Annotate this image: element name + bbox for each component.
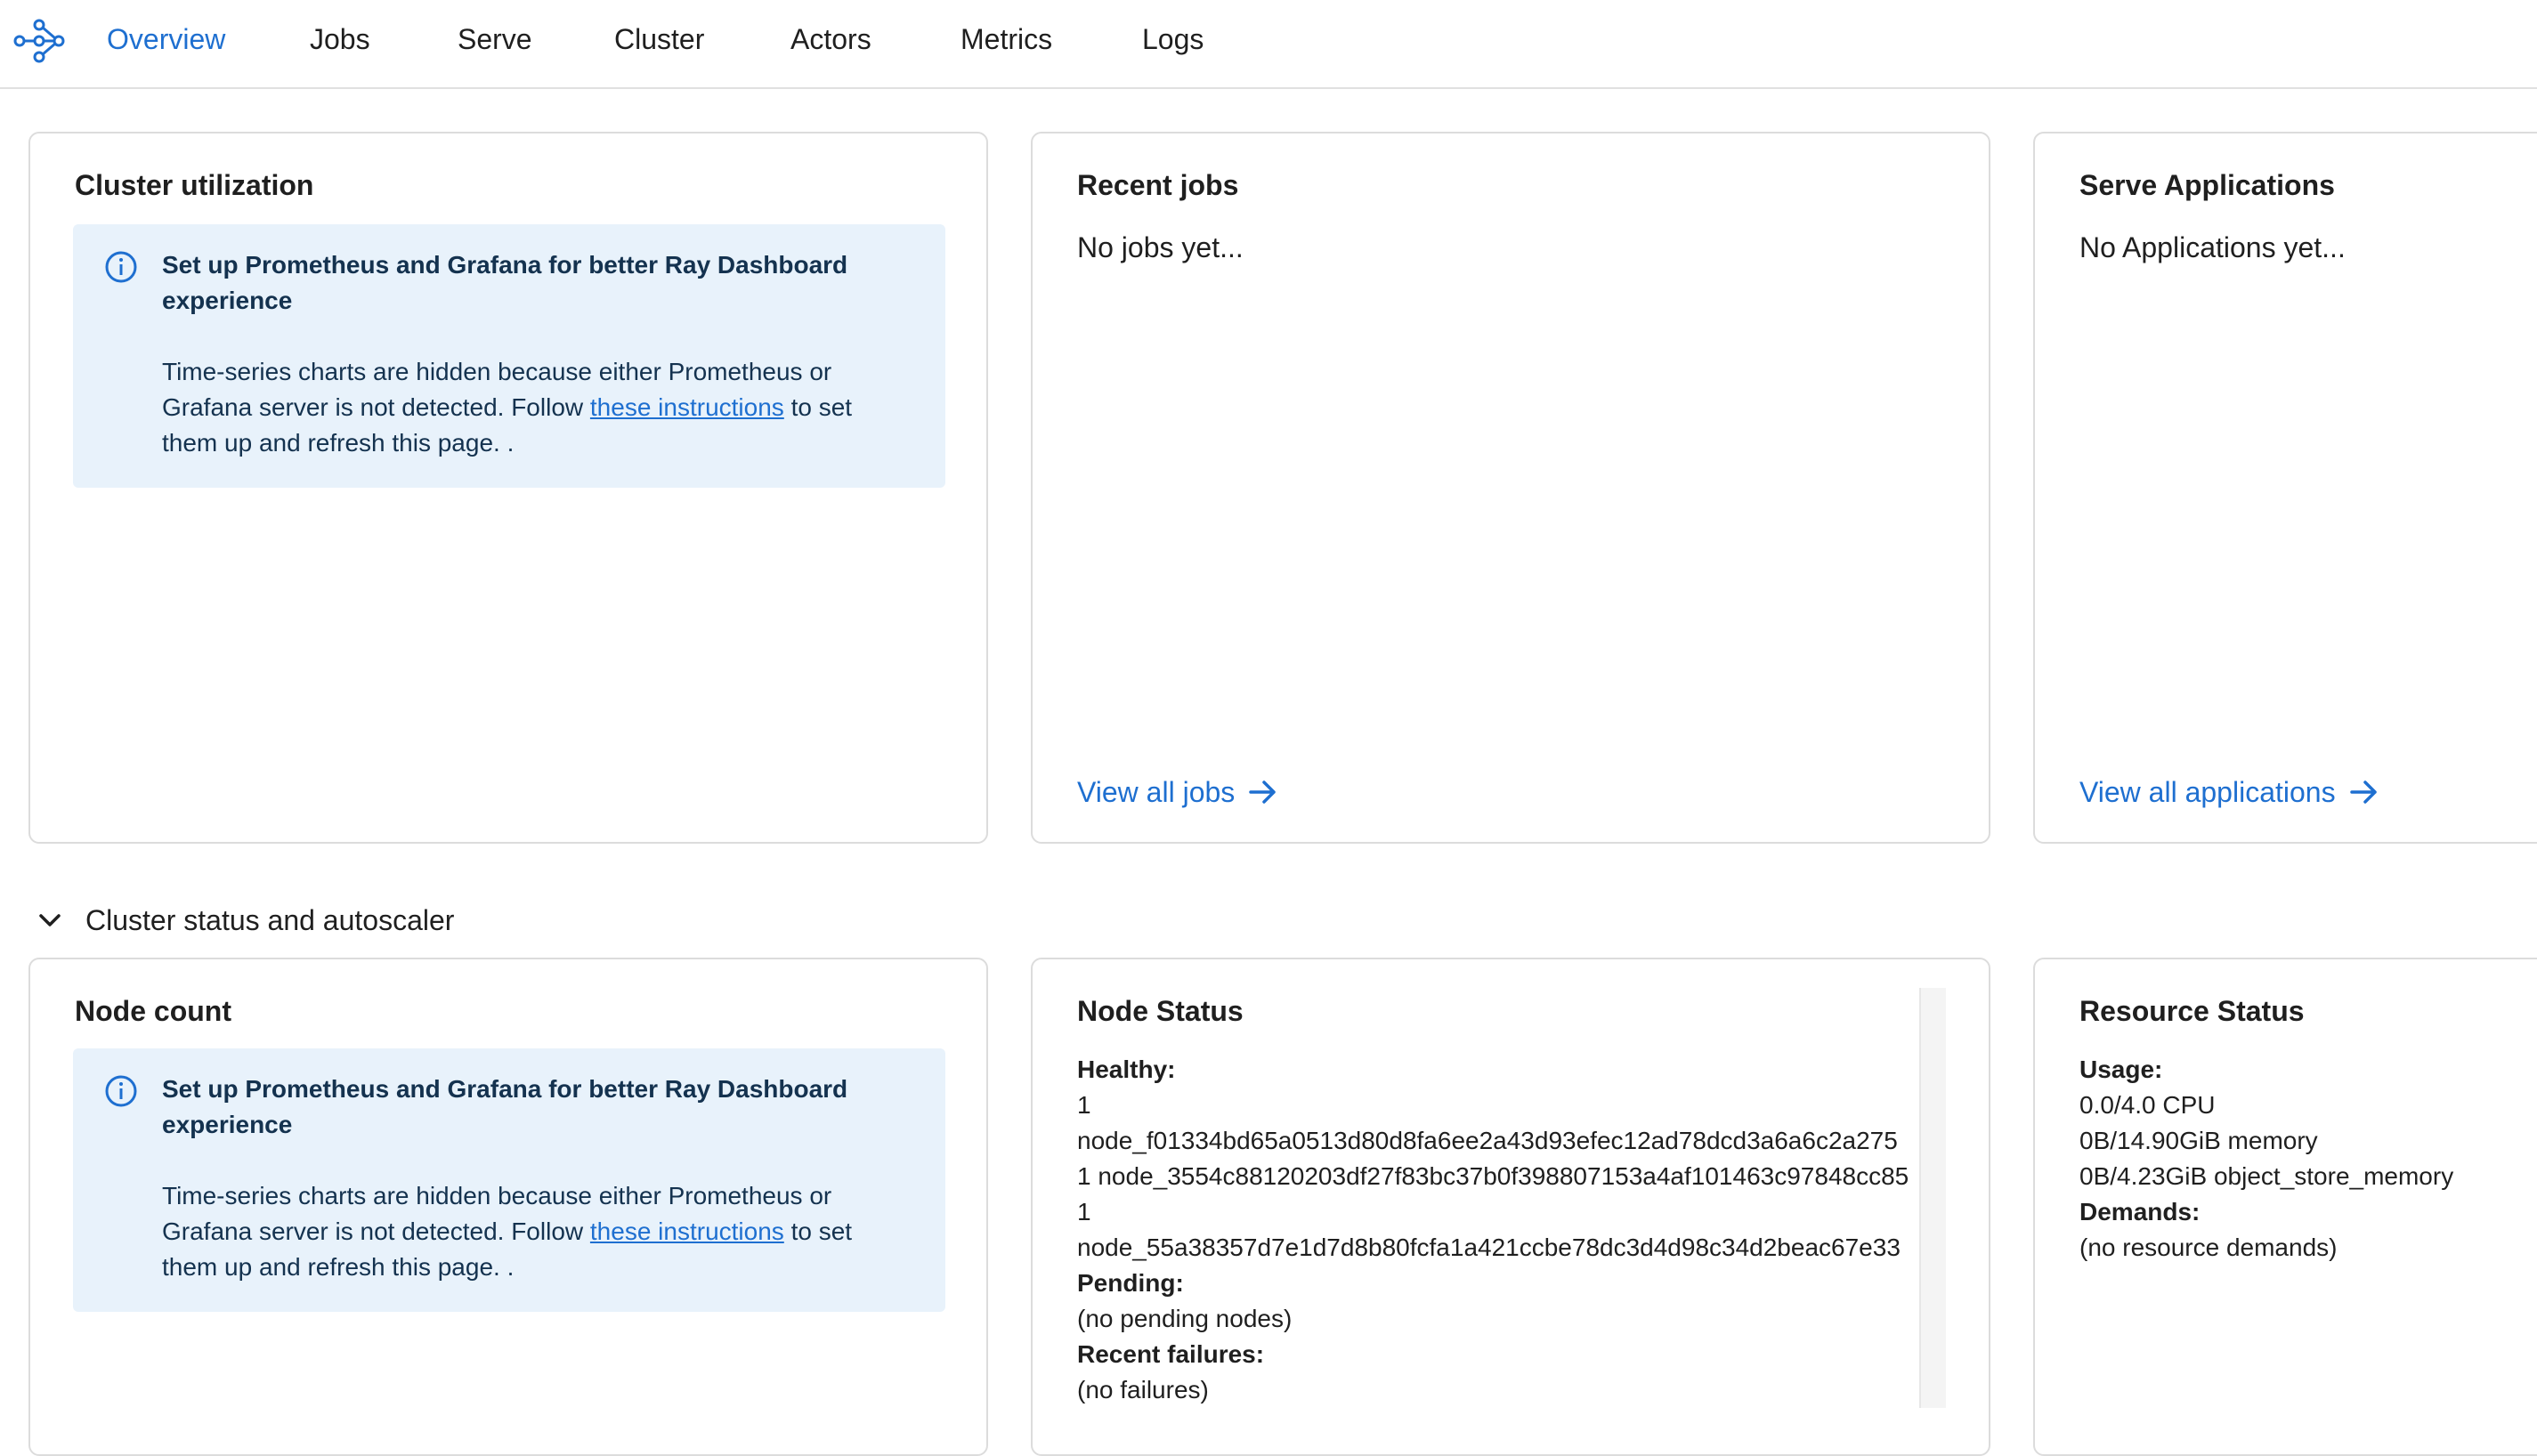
- card-title: Recent jobs: [1077, 169, 1239, 201]
- nav-tab-overview[interactable]: Overview: [107, 21, 225, 57]
- arrow-right-icon: [2349, 781, 2377, 804]
- recent-jobs-card: Recent jobs No jobs yet... View all jobs: [1031, 132, 1990, 844]
- healthy-line: node_55a38357d7e1d7d8b80fcfa1a421ccbe78d…: [1077, 1234, 1901, 1261]
- nav-tab-actors[interactable]: Actors: [790, 21, 871, 57]
- alert-title: Set up Prometheus and Grafana for better…: [162, 251, 848, 314]
- view-all-jobs-label: View all jobs: [1077, 776, 1236, 808]
- section-title: Cluster status and autoscaler: [85, 904, 455, 936]
- instructions-link[interactable]: these instructions: [590, 393, 784, 421]
- prometheus-info-alert: Set up Prometheus and Grafana for better…: [73, 1048, 945, 1312]
- usage-line: 0.0/4.0 CPU: [2079, 1091, 2216, 1119]
- healthy-line: node_f01334bd65a0513d80d8fa6ee2a43d93efe…: [1077, 1127, 1898, 1154]
- nav-tab-cluster[interactable]: Cluster: [614, 21, 704, 57]
- recent-failures-value: (no failures): [1077, 1376, 1209, 1403]
- alert-body: Time-series charts are hidden because ei…: [162, 354, 910, 461]
- node-count-card: Node count Set up Prometheus and Grafana…: [28, 958, 988, 1456]
- prometheus-info-alert: Set up Prometheus and Grafana for better…: [73, 224, 945, 488]
- top-navigation: Overview Jobs Serve Cluster Actors Metri…: [0, 0, 2537, 89]
- nav-tab-serve[interactable]: Serve: [458, 21, 532, 57]
- info-icon: [105, 1075, 137, 1107]
- healthy-line: 1 node_3554c88120203df27f83bc37b0f398807…: [1077, 1162, 1909, 1190]
- card-title: Node count: [75, 995, 231, 1027]
- cluster-utilization-card: Cluster utilization Set up Prometheus an…: [28, 132, 988, 844]
- ray-logo-icon[interactable]: [12, 14, 66, 68]
- usage-label: Usage:: [2079, 1056, 2163, 1083]
- arrow-right-icon: [1249, 781, 1277, 804]
- alert-title: Set up Prometheus and Grafana for better…: [162, 1075, 848, 1138]
- card-title: Serve Applications: [2079, 169, 2335, 201]
- healthy-label: Healthy:: [1077, 1056, 1176, 1083]
- nav-tab-metrics[interactable]: Metrics: [960, 21, 1052, 57]
- node-status-details: Healthy: 1 node_f01334bd65a0513d80d8fa6e…: [1077, 1052, 1909, 1408]
- view-all-applications-label: View all applications: [2079, 776, 2336, 808]
- healthy-line: 1: [1077, 1198, 1091, 1225]
- demands-value: (no resource demands): [2079, 1234, 2338, 1261]
- cluster-status-section-toggle[interactable]: Cluster status and autoscaler: [34, 902, 454, 938]
- resource-status-card: Resource Status Usage: 0.0/4.0 CPU 0B/14…: [2033, 958, 2537, 1456]
- nav-tab-logs[interactable]: Logs: [1142, 21, 1204, 57]
- recent-failures-label: Recent failures:: [1077, 1340, 1265, 1368]
- chevron-down-icon: [39, 914, 61, 926]
- pending-value: (no pending nodes): [1077, 1305, 1293, 1332]
- usage-line: 0B/4.23GiB object_store_memory: [2079, 1162, 2454, 1190]
- view-all-jobs-link[interactable]: View all jobs: [1077, 774, 1279, 810]
- healthy-line: 1: [1077, 1091, 1091, 1119]
- view-all-applications-link[interactable]: View all applications: [2079, 774, 2380, 810]
- instructions-link[interactable]: these instructions: [590, 1217, 784, 1245]
- empty-jobs-text: No jobs yet...: [1077, 231, 1244, 263]
- nav-tab-jobs[interactable]: Jobs: [310, 21, 370, 57]
- serve-applications-card: Serve Applications No Applications yet..…: [2033, 132, 2537, 844]
- node-status-scrollbar[interactable]: [1919, 988, 1946, 1408]
- node-status-card: Node Status Healthy: 1 node_f01334bd65a0…: [1031, 958, 1990, 1456]
- resource-status-details: Usage: 0.0/4.0 CPU 0B/14.90GiB memory 0B…: [2079, 1052, 2453, 1266]
- pending-label: Pending:: [1077, 1269, 1184, 1297]
- empty-applications-text: No Applications yet...: [2079, 231, 2346, 263]
- info-icon: [105, 251, 137, 283]
- demands-label: Demands:: [2079, 1198, 2201, 1225]
- card-title: Node Status: [1077, 995, 1244, 1027]
- card-title: Cluster utilization: [75, 169, 314, 201]
- card-title: Resource Status: [2079, 995, 2305, 1027]
- alert-body: Time-series charts are hidden because ei…: [162, 1178, 910, 1285]
- usage-line: 0B/14.90GiB memory: [2079, 1127, 2318, 1154]
